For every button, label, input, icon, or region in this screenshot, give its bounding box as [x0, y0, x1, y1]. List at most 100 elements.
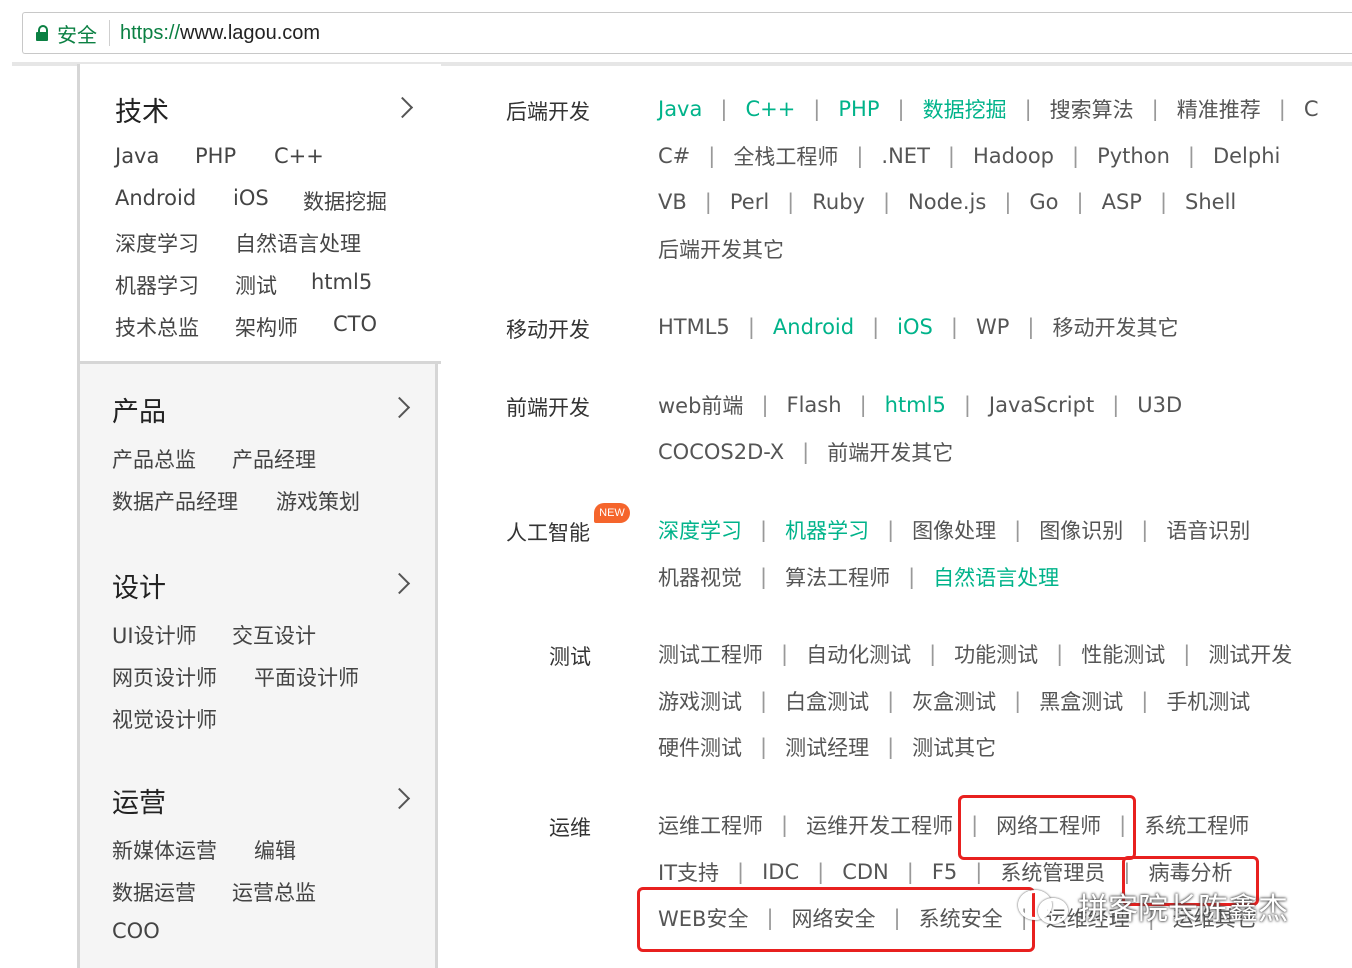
job-link[interactable]: 语音识别 [1166, 515, 1250, 545]
job-link[interactable]: 自然语言处理 [933, 562, 1059, 592]
category-tag-link[interactable]: 新媒体运营 [112, 835, 217, 865]
job-link[interactable]: 硬件测试 [658, 732, 742, 762]
job-link[interactable]: 灰盒测试 [912, 686, 996, 716]
job-link[interactable]: 测试经理 [785, 732, 869, 762]
job-link[interactable]: 手机测试 [1166, 686, 1250, 716]
job-link[interactable]: 运维开发工程师 [806, 810, 953, 840]
job-link[interactable]: U3D [1137, 393, 1182, 417]
job-link[interactable]: IT支持 [658, 857, 719, 887]
category-tag-link[interactable]: 视觉设计师 [112, 704, 217, 734]
category-title[interactable]: 运营 [112, 781, 166, 820]
job-link[interactable]: 自动化测试 [806, 639, 911, 669]
job-link[interactable]: iOS [897, 315, 933, 339]
job-link[interactable]: Perl [730, 190, 769, 214]
job-link[interactable]: 精准推荐 [1177, 94, 1261, 124]
job-link[interactable]: IDC [762, 860, 799, 884]
category-tag-link[interactable]: 游戏策划 [276, 486, 360, 516]
url-text[interactable]: https://www.lagou.com [120, 22, 320, 45]
category-tag-link[interactable]: C++ [274, 144, 324, 168]
category-block[interactable]: 运营新媒体运营 编辑数据运营 运营总监 COO [80, 755, 438, 968]
job-link[interactable]: WP [976, 315, 1009, 339]
category-tag-link[interactable]: 深度学习 [115, 228, 199, 258]
job-link[interactable]: CDN [842, 860, 889, 884]
job-link[interactable]: .NET [881, 144, 929, 168]
job-link[interactable]: 前端开发其它 [827, 437, 953, 467]
job-link[interactable]: html5 [885, 393, 946, 417]
job-link[interactable]: 运维工程师 [658, 810, 763, 840]
category-tag-link[interactable]: 技术总监 [115, 312, 199, 342]
job-link[interactable]: Flash [787, 393, 842, 417]
job-link[interactable]: 白盒测试 [785, 686, 869, 716]
job-link[interactable]: 图像识别 [1039, 515, 1123, 545]
job-link[interactable]: Ruby [812, 190, 865, 214]
job-link[interactable]: web前端 [658, 390, 743, 420]
job-link[interactable]: 移动开发其它 [1052, 312, 1178, 342]
category-tag-link[interactable]: 数据运营 [112, 877, 196, 907]
job-link[interactable]: 全栈工程师 [733, 141, 838, 171]
category-tag-link[interactable]: 架构师 [235, 312, 298, 342]
job-link[interactable]: Hadoop [973, 144, 1054, 168]
category-tag-link[interactable]: 交互设计 [232, 620, 316, 650]
job-link[interactable]: 黑盒测试 [1039, 686, 1123, 716]
category-tag-link[interactable]: 自然语言处理 [235, 228, 361, 258]
job-link[interactable]: 算法工程师 [785, 562, 890, 592]
job-link[interactable]: C# [658, 144, 690, 168]
category-title[interactable]: 产品 [112, 390, 166, 429]
category-tag-link[interactable]: 平面设计师 [254, 662, 359, 692]
chevron-right-icon[interactable] [388, 572, 411, 595]
category-tag-link[interactable]: iOS [233, 186, 269, 210]
job-link[interactable]: 游戏测试 [658, 686, 742, 716]
job-link[interactable]: C [1304, 97, 1319, 121]
job-link[interactable]: 功能测试 [954, 639, 1038, 669]
category-tag-link[interactable]: 数据产品经理 [112, 486, 238, 516]
category-tag-link[interactable]: UI设计师 [112, 620, 197, 650]
job-link[interactable]: 图像处理 [912, 515, 996, 545]
category-tag-link[interactable]: Android [115, 186, 196, 210]
category-tag-link[interactable]: COO [112, 919, 160, 943]
category-tag-link[interactable]: CTO [333, 312, 377, 336]
category-tag-link[interactable]: 数据挖掘 [303, 186, 387, 216]
chevron-right-icon[interactable] [388, 787, 411, 810]
job-link[interactable]: 机器学习 [785, 515, 869, 545]
category-title[interactable]: 设计 [112, 566, 166, 605]
job-link[interactable]: 深度学习 [658, 515, 742, 545]
job-link[interactable]: Shell [1185, 190, 1236, 214]
job-link[interactable]: 数据挖掘 [923, 94, 1007, 124]
category-tag-link[interactable]: html5 [311, 270, 372, 294]
category-tag-link[interactable]: 机器学习 [115, 270, 199, 300]
category-block[interactable]: 技术 Java PHP C++ Android iOS 数据挖掘 深度学习 自然语言处理 机器学习… [77, 64, 441, 364]
chevron-right-icon[interactable] [391, 96, 414, 119]
job-link[interactable]: 系统工程师 [1144, 810, 1249, 840]
job-link[interactable]: 测试开发 [1208, 639, 1292, 669]
job-link[interactable]: Python [1097, 144, 1170, 168]
job-link[interactable]: 测试其它 [912, 732, 996, 762]
category-tag-link[interactable]: 运营总监 [232, 877, 316, 907]
category-tag-link[interactable]: Java [115, 144, 159, 168]
category-tag-link[interactable]: PHP [195, 144, 236, 168]
category-block[interactable]: 设计 UI设计师 交互设计 网页设计师 平面设计师视觉设计师 [80, 540, 438, 755]
category-tag-link[interactable]: 编辑 [254, 835, 296, 865]
job-link[interactable]: Go [1029, 190, 1058, 214]
address-bar[interactable]: 安全 https://www.lagou.com [22, 12, 1352, 54]
job-link[interactable]: 搜索算法 [1050, 94, 1134, 124]
job-link[interactable]: Delphi [1213, 144, 1280, 168]
chevron-right-icon[interactable] [388, 396, 411, 419]
job-link[interactable]: HTML5 [658, 315, 730, 339]
job-link[interactable]: 系统管理员 [1000, 857, 1105, 887]
category-tag-link[interactable]: 产品经理 [232, 444, 316, 474]
job-link[interactable]: C++ [745, 97, 795, 121]
job-link[interactable]: 性能测试 [1081, 639, 1165, 669]
job-link[interactable]: ASP [1102, 190, 1142, 214]
job-link[interactable]: F5 [932, 860, 957, 884]
job-link[interactable]: 机器视觉 [658, 562, 742, 592]
job-link[interactable]: Android [773, 315, 854, 339]
category-tag-link[interactable]: 网页设计师 [112, 662, 217, 692]
job-link[interactable]: Java [658, 97, 702, 121]
category-block[interactable]: 产品 产品总监 产品经理 数据产品经理 游戏策划 [80, 364, 438, 540]
job-link[interactable]: PHP [838, 97, 879, 121]
job-link[interactable]: 测试工程师 [658, 639, 763, 669]
category-tag-link[interactable]: 测试 [235, 270, 277, 300]
job-link[interactable]: VB [658, 190, 687, 214]
job-link[interactable]: 后端开发其它 [658, 234, 784, 264]
job-link[interactable]: COCOS2D-X [658, 440, 784, 464]
